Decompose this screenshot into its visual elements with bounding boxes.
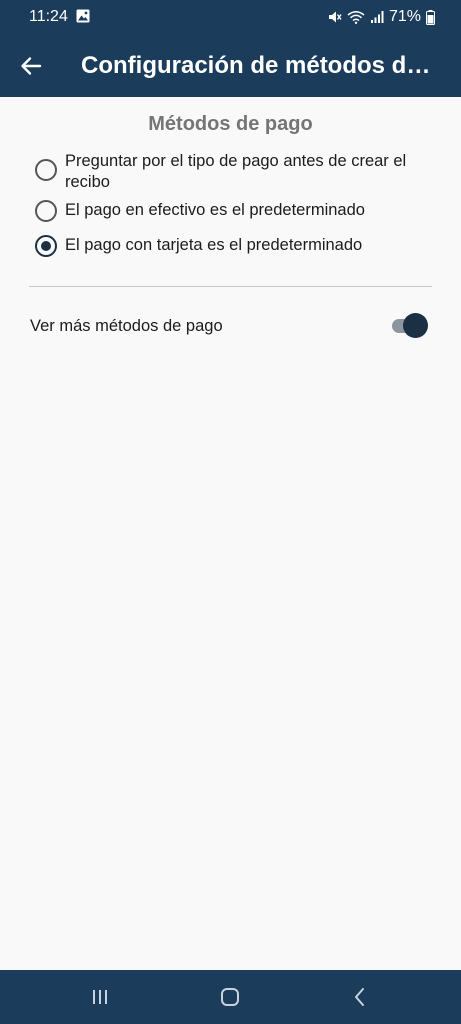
battery-icon [426,9,435,25]
navigation-bar [0,970,461,1024]
radio-button[interactable] [35,159,57,181]
more-payment-methods-label: Ver más métodos de pago [30,317,223,335]
more-payment-methods-row[interactable]: Ver más métodos de pago [29,308,432,344]
radio-selected-dot [41,241,51,251]
app-bar: Configuración de métodos de pago [0,34,461,97]
signal-icon [370,11,384,23]
back-arrow-icon[interactable] [18,53,44,79]
radio-option-cash-default[interactable]: El pago en efectivo es el predeterminado [34,200,434,224]
page-title: Configuración de métodos de pago [81,52,437,79]
status-icons: 71% [328,6,435,28]
radio-button-selected[interactable] [35,235,57,257]
gallery-icon [76,9,90,23]
radio-label: El pago en efectivo es el predeterminado [65,201,365,219]
radio-option-ask-payment-type[interactable]: Preguntar por el tipo de pago antes de c… [34,151,434,195]
status-time: 11:24 [29,8,68,25]
status-bar: 11:24 71% [0,0,461,34]
section-title: Métodos de pago [148,113,313,135]
wifi-icon [347,11,365,24]
divider [29,286,432,287]
radio-label: Preguntar por el tipo de pago antes de c… [65,152,407,191]
mute-icon [328,11,342,23]
payment-methods-settings-screen: 11:24 71% Configuración de métodos de Mé… [0,0,461,1024]
recent-apps-icon[interactable] [87,984,113,1010]
home-icon[interactable] [217,984,243,1010]
radio-button[interactable] [35,200,57,222]
radio-label: El pago con tarjeta es el predeterminado [65,236,363,254]
back-icon[interactable] [347,984,373,1010]
toggle-thumb[interactable] [403,313,428,338]
battery-percentage: 71% [388,8,421,25]
radio-option-card-default[interactable]: El pago con tarjeta es el predeterminado [34,235,434,259]
